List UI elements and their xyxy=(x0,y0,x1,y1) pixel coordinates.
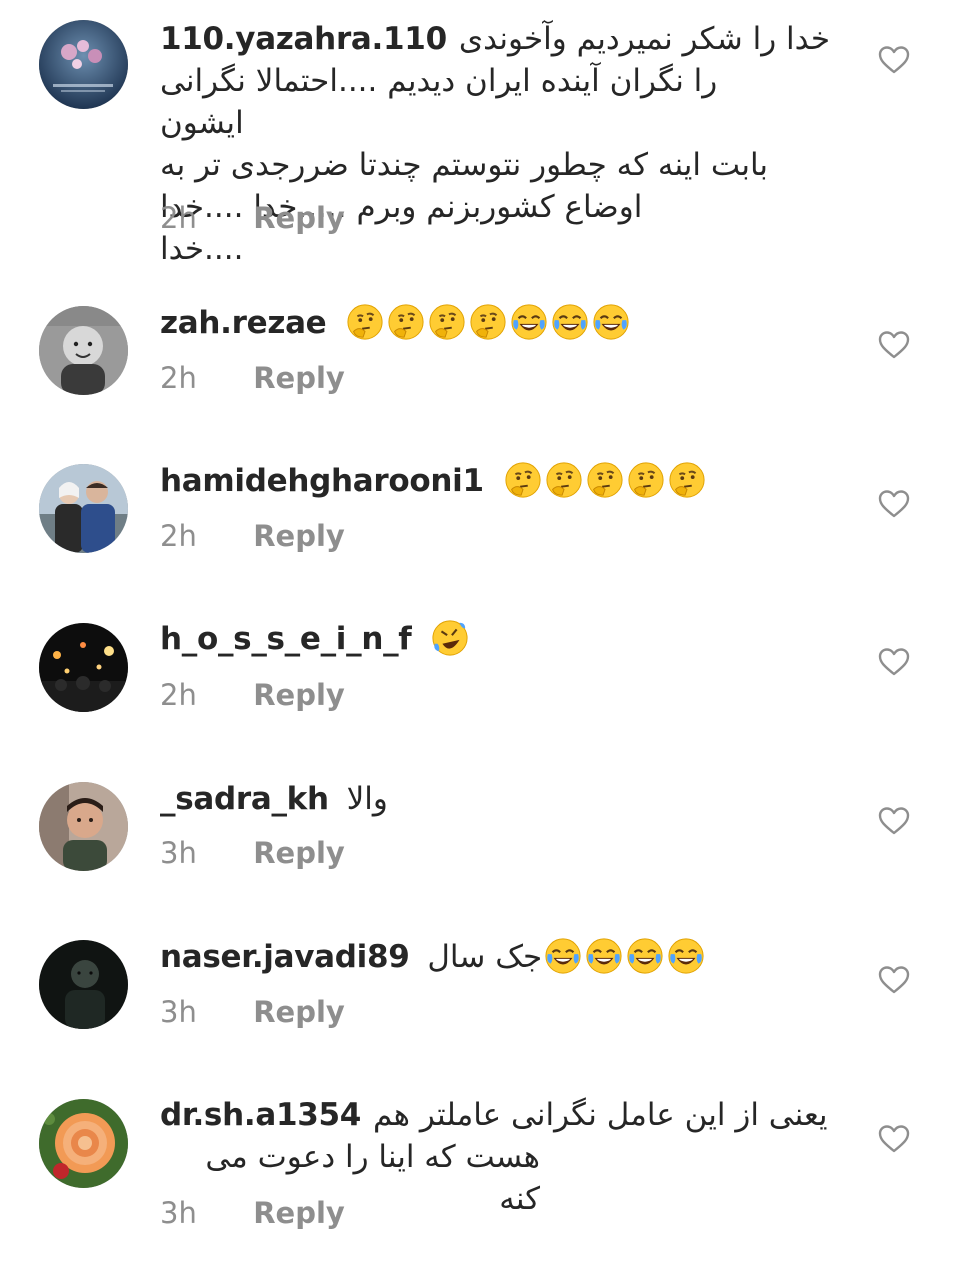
comment-meta: 2h Reply xyxy=(160,518,345,554)
reply-button[interactable]: Reply xyxy=(253,361,345,395)
comment-body: h_o_s_s_e_i_n_f xyxy=(160,618,840,660)
like-heart-icon[interactable] xyxy=(878,45,910,75)
comment-meta: 3h Reply xyxy=(160,835,345,871)
thinking-face-emoji-icon xyxy=(669,461,705,498)
comment-body: zah.rezae xyxy=(160,302,840,344)
comment-text: یعنی از این عامل نگرانی عاملتر هم xyxy=(373,1097,828,1133)
thinking-face-emoji-icon xyxy=(388,303,424,340)
reply-button[interactable]: Reply xyxy=(253,995,345,1029)
emoji-list xyxy=(544,937,705,975)
comment-text: جک سال xyxy=(427,939,543,975)
comment-timestamp: 2h xyxy=(160,519,197,553)
comment-body: _sadra_kh والا xyxy=(160,778,840,820)
like-heart-icon[interactable] xyxy=(878,489,910,519)
tears-of-joy-emoji-icon xyxy=(627,937,663,974)
reply-button[interactable]: Reply xyxy=(253,836,345,870)
reply-button[interactable]: Reply xyxy=(253,1196,345,1230)
like-heart-icon[interactable] xyxy=(878,965,910,995)
comment-username[interactable]: dr.sh.a1354 xyxy=(160,1094,361,1136)
comment-meta: 2h Reply xyxy=(160,360,345,396)
tears-of-joy-emoji-icon xyxy=(545,937,581,974)
comment-username[interactable]: h_o_s_s_e_i_n_f xyxy=(160,621,412,657)
emoji-list xyxy=(346,303,630,341)
comment-meta: 2h Reply xyxy=(160,677,345,713)
reply-button[interactable]: Reply xyxy=(253,519,345,553)
thinking-face-emoji-icon xyxy=(347,303,383,340)
avatar[interactable] xyxy=(39,940,128,1029)
like-heart-icon[interactable] xyxy=(878,1124,910,1154)
thinking-face-emoji-icon xyxy=(587,461,623,498)
comment-username[interactable]: hamidehgharooni1 xyxy=(160,463,484,499)
tears-of-joy-emoji-icon xyxy=(511,303,547,340)
tears-of-joy-emoji-icon xyxy=(586,937,622,974)
comment-timestamp: 3h xyxy=(160,836,197,870)
comment-meta: 3h Reply xyxy=(160,1195,345,1231)
rolling-on-floor-laughing-emoji-icon xyxy=(432,619,468,656)
comment-body: hamidehgharooni1 xyxy=(160,460,840,502)
like-heart-icon[interactable] xyxy=(878,806,910,836)
reply-button[interactable]: Reply xyxy=(253,678,345,712)
comment-text: خدا را شکر نمیردیم وآخوندی xyxy=(458,21,831,57)
comment-text: را نگران آینده ایران دیدیم ....احتمالا ن… xyxy=(160,63,718,141)
comment-timestamp: 3h xyxy=(160,995,197,1029)
comment-body: naser.javadi89 جک سال xyxy=(160,936,840,978)
thinking-face-emoji-icon xyxy=(546,461,582,498)
avatar[interactable] xyxy=(39,623,128,712)
comment-text: بابت اینه که چطور نتوستم چندتا ضررجدی تر… xyxy=(160,147,769,183)
emoji-list xyxy=(431,619,469,657)
comment-timestamp: 2h xyxy=(160,201,197,235)
comment-meta: 2h Reply xyxy=(160,200,345,236)
tears-of-joy-emoji-icon xyxy=(668,937,704,974)
comment-username[interactable]: 110.yazahra.110 xyxy=(160,18,447,60)
thinking-face-emoji-icon xyxy=(505,461,541,498)
comment-username[interactable]: _sadra_kh xyxy=(160,781,329,817)
avatar[interactable] xyxy=(39,782,128,871)
like-heart-icon[interactable] xyxy=(878,330,910,360)
avatar[interactable] xyxy=(39,1099,128,1188)
thinking-face-emoji-icon xyxy=(628,461,664,498)
comment-timestamp: 3h xyxy=(160,1196,197,1230)
comment-username[interactable]: zah.rezae xyxy=(160,305,327,341)
emoji-list xyxy=(504,461,706,499)
comment-meta: 3h Reply xyxy=(160,994,345,1030)
comment-timestamp: 2h xyxy=(160,678,197,712)
thinking-face-emoji-icon xyxy=(429,303,465,340)
avatar[interactable] xyxy=(39,464,128,553)
comment-timestamp: 2h xyxy=(160,361,197,395)
avatar[interactable] xyxy=(39,306,128,395)
avatar[interactable] xyxy=(39,20,128,109)
comment-username[interactable]: naser.javadi89 xyxy=(160,939,410,975)
tears-of-joy-emoji-icon xyxy=(593,303,629,340)
reply-button[interactable]: Reply xyxy=(253,201,345,235)
tears-of-joy-emoji-icon xyxy=(552,303,588,340)
comment-text: والا xyxy=(346,781,388,817)
like-heart-icon[interactable] xyxy=(878,647,910,677)
thinking-face-emoji-icon xyxy=(470,303,506,340)
